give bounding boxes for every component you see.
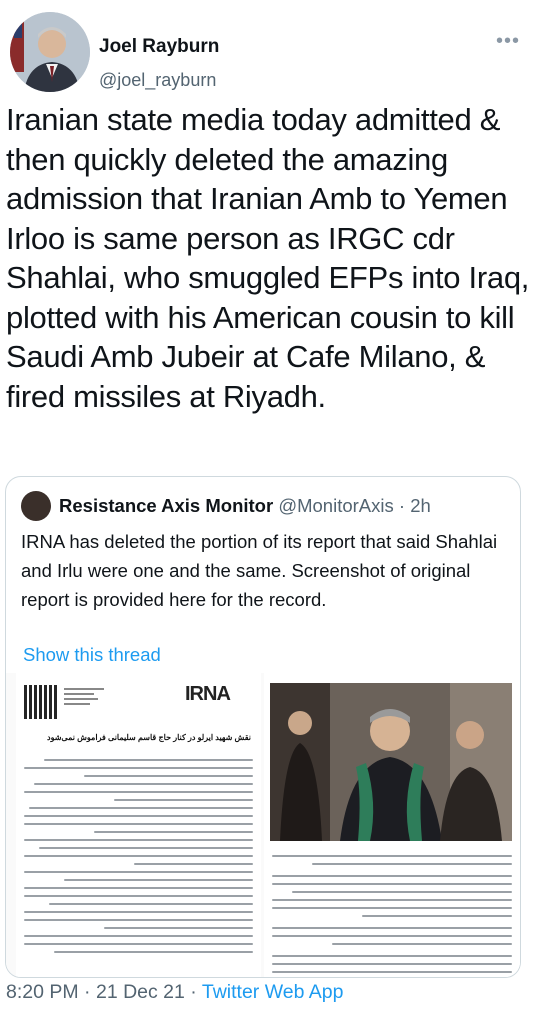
footer-separator: · <box>190 981 197 1003</box>
article-screenshot-left: IRNA نقش شهید ایرلو در کنار حاج قاسم سلی… <box>16 673 261 977</box>
tweet-date[interactable]: 21 Dec 21 <box>96 981 185 1003</box>
irna-logo-text: IRNA <box>185 683 231 705</box>
quote-author-handle[interactable]: @MonitorAxis <box>278 495 393 516</box>
tweet-time[interactable]: 8:20 PM <box>6 981 79 1003</box>
article-body-lines <box>24 753 253 959</box>
article-photo <box>270 683 512 841</box>
footer-separator: · <box>84 981 91 1003</box>
tweet-header: Joel Rayburn @joel_rayburn ••• <box>10 12 526 92</box>
quote-author-name[interactable]: Resistance Axis Monitor <box>59 495 273 516</box>
qr-code-icon <box>24 685 58 719</box>
quoted-tweet[interactable]: Resistance Axis Monitor @MonitorAxis · 2… <box>5 476 521 978</box>
article-meta <box>64 685 104 708</box>
tweet-footer: 8:20 PM · 21 Dec 21 · Twitter Web App <box>6 981 344 1004</box>
author-handle[interactable]: @joel_rayburn <box>99 70 216 91</box>
article-title: نقش شهید ایرلو در کنار حاج قاسم سلیمانی … <box>47 733 251 742</box>
tweet-source-app[interactable]: Twitter Web App <box>202 981 344 1003</box>
quote-separator: · <box>398 495 406 516</box>
quote-text: IRNA has deleted the portion of its repo… <box>21 531 498 610</box>
author-name[interactable]: Joel Rayburn <box>99 36 219 58</box>
author-avatar[interactable] <box>10 12 90 92</box>
more-icon[interactable]: ••• <box>496 30 520 53</box>
tweet-text: Iranian state media today admitted & the… <box>6 102 530 414</box>
avatar-portrait-icon <box>10 12 90 92</box>
show-thread-link[interactable]: Show this thread <box>23 644 161 666</box>
quote-media[interactable]: IRNA نقش شهید ایرلو در کنار حاج قاسم سلی… <box>6 673 520 977</box>
article-caption-lines <box>272 849 512 977</box>
article-photo-image <box>270 683 512 841</box>
quote-timestamp[interactable]: 2h <box>410 495 431 516</box>
article-screenshot-right <box>264 673 520 977</box>
irna-logo: IRNA <box>185 683 255 705</box>
quote-avatar[interactable] <box>21 491 51 521</box>
quote-header: Resistance Axis Monitor @MonitorAxis · 2… <box>21 491 431 521</box>
